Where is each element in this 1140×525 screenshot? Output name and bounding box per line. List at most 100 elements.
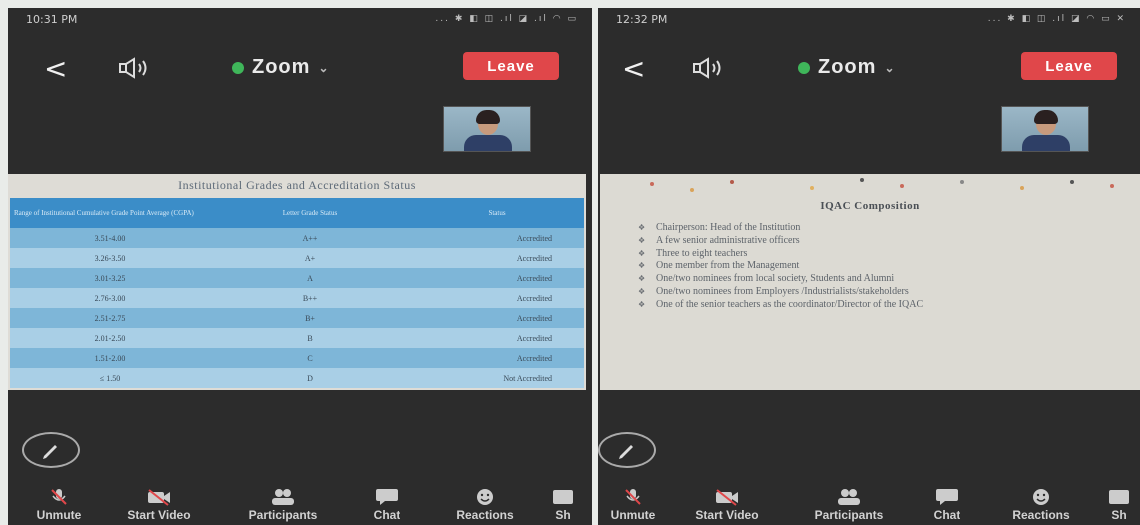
chat-button[interactable]: Chat: [342, 488, 432, 522]
pencil-icon: [619, 445, 633, 459]
start-video-label: Start Video: [695, 508, 759, 522]
decor-dot: [810, 186, 814, 190]
list-item: One member from the Management: [638, 260, 1120, 273]
meeting-toolbar: Unmute Start Video Participants Chat Rea…: [598, 488, 1140, 525]
slide-title: Institutional Grades and Accreditation S…: [178, 178, 416, 192]
app-title: Zoom: [818, 56, 877, 78]
avatar-hair: [476, 110, 500, 124]
table-cell: Accredited: [410, 348, 584, 368]
meeting-title[interactable]: Zoom ⌄: [232, 56, 330, 79]
participants-label: Participants: [248, 508, 318, 522]
meeting-title[interactable]: Zoom ⌄: [798, 56, 896, 79]
pencil-icon: [43, 445, 57, 459]
unmute-button[interactable]: Unmute: [598, 488, 678, 522]
table-header: Range of Institutional Cumulative Grade …: [10, 198, 210, 228]
decor-dot: [860, 178, 864, 182]
list-item: One/two nominees from Employers /Industr…: [638, 286, 1120, 299]
mic-muted-icon: [618, 488, 648, 506]
meeting-toolbar: Unmute Start Video Participants Chat Rea…: [8, 488, 592, 525]
decor-dot: [900, 184, 904, 188]
mic-muted-icon: [44, 488, 74, 506]
reactions-button[interactable]: Reactions: [996, 488, 1086, 522]
annotate-pencil-button[interactable]: [598, 432, 656, 468]
participant-video-thumbnail[interactable]: [1001, 106, 1089, 152]
table-cell: Accredited: [410, 288, 584, 308]
table-cell: 3.26-3.50: [10, 248, 210, 268]
table-cell: Not Accredited: [410, 368, 584, 388]
participant-video-thumbnail[interactable]: [443, 106, 531, 152]
table-cell: D: [210, 368, 410, 388]
table-cell: B+: [210, 308, 410, 328]
unmute-label: Unmute: [610, 508, 656, 522]
table-cell: A: [210, 268, 410, 288]
table-row: ≤ 1.50 D Not Accredited: [10, 368, 584, 388]
decor-dot: [1070, 180, 1074, 184]
list-item: A few senior administrative officers: [638, 235, 1120, 248]
table-cell: Accredited: [410, 228, 584, 248]
chat-icon: [372, 488, 402, 506]
share-button[interactable]: Sh: [1098, 488, 1140, 522]
reactions-icon: [470, 488, 500, 506]
participants-label: Participants: [814, 508, 884, 522]
table-cell: 2.01-2.50: [10, 328, 210, 348]
start-video-button[interactable]: Start Video: [682, 488, 772, 522]
speaker-icon[interactable]: [690, 56, 730, 80]
back-icon[interactable]: <: [622, 52, 645, 85]
list-item: Chairperson: Head of the Institution: [638, 222, 1120, 235]
video-off-icon: [144, 488, 174, 506]
table-cell: 2.51-2.75: [10, 308, 210, 328]
start-video-label: Start Video: [127, 508, 191, 522]
decor-dot: [1110, 184, 1114, 188]
leave-button[interactable]: Leave: [1021, 52, 1117, 80]
meeting-top-bar: < Zoom ⌄ Leave: [8, 44, 592, 92]
back-icon[interactable]: <: [44, 52, 67, 85]
table-cell: C: [210, 348, 410, 368]
table-cell: B++: [210, 288, 410, 308]
participants-icon: [268, 488, 298, 506]
table-row: 3.51-4.00 A++ Accredited: [10, 228, 584, 248]
table-cell: 2.76-3.00: [10, 288, 210, 308]
slide-title: IQAC Composition: [820, 200, 920, 212]
decor-dot: [730, 180, 734, 184]
table-row: 2.51-2.75 B+ Accredited: [10, 308, 584, 328]
table-cell: ≤ 1.50: [10, 368, 210, 388]
table-cell: Accredited: [410, 248, 584, 268]
reactions-label: Reactions: [456, 508, 514, 522]
start-video-button[interactable]: Start Video: [114, 488, 204, 522]
table-cell: 3.01-3.25: [10, 268, 210, 288]
shared-slide-iqac: IQAC Composition Chairperson: Head of th…: [600, 174, 1140, 390]
annotate-pencil-button[interactable]: [22, 432, 80, 468]
table-row: 2.01-2.50 B Accredited: [10, 328, 584, 348]
table-cell: Accredited: [410, 328, 584, 348]
table-cell: Accredited: [410, 268, 584, 288]
table-cell: 1.51-2.00: [10, 348, 210, 368]
participants-icon: [834, 488, 864, 506]
unmute-label: Unmute: [36, 508, 82, 522]
table-cell: A+: [210, 248, 410, 268]
table-header-row: Range of Institutional Cumulative Grade …: [10, 198, 584, 228]
avatar-body: [1022, 135, 1070, 151]
meeting-top-bar: < Zoom ⌄ Leave: [598, 44, 1140, 92]
status-icons: ... ✱ ◧ ◫ .ıl ◪ ◠ ▭ ✕: [987, 14, 1126, 24]
speaker-icon[interactable]: [116, 56, 156, 80]
secure-shield-icon: [798, 61, 810, 74]
zoom-screen-right: 12:32 PM ... ✱ ◧ ◫ .ıl ◪ ◠ ▭ ✕ < Zoom ⌄ …: [598, 8, 1140, 525]
participants-button[interactable]: Participants: [804, 488, 894, 522]
share-button[interactable]: Sh: [534, 488, 592, 522]
decorative-dots: [600, 174, 1140, 196]
list-item: Three to eight teachers: [638, 248, 1120, 261]
unmute-button[interactable]: Unmute: [14, 488, 104, 522]
leave-button[interactable]: Leave: [463, 52, 559, 80]
decor-dot: [960, 180, 964, 184]
decor-dot: [690, 188, 694, 192]
table-header: Letter Grade Status: [210, 198, 410, 228]
iqac-list: Chairperson: Head of the Institution A f…: [638, 222, 1120, 312]
reactions-button[interactable]: Reactions: [440, 488, 530, 522]
chat-button[interactable]: Chat: [902, 488, 992, 522]
chevron-down-icon: ⌄: [318, 60, 330, 75]
table-row: 3.01-3.25 A Accredited: [10, 268, 584, 288]
participants-button[interactable]: Participants: [238, 488, 328, 522]
status-icons: ... ✱ ◧ ◫ .ıl ◪ .ıl ◠ ▭: [435, 14, 578, 24]
share-label: Sh: [555, 508, 571, 522]
avatar-body: [464, 135, 512, 151]
